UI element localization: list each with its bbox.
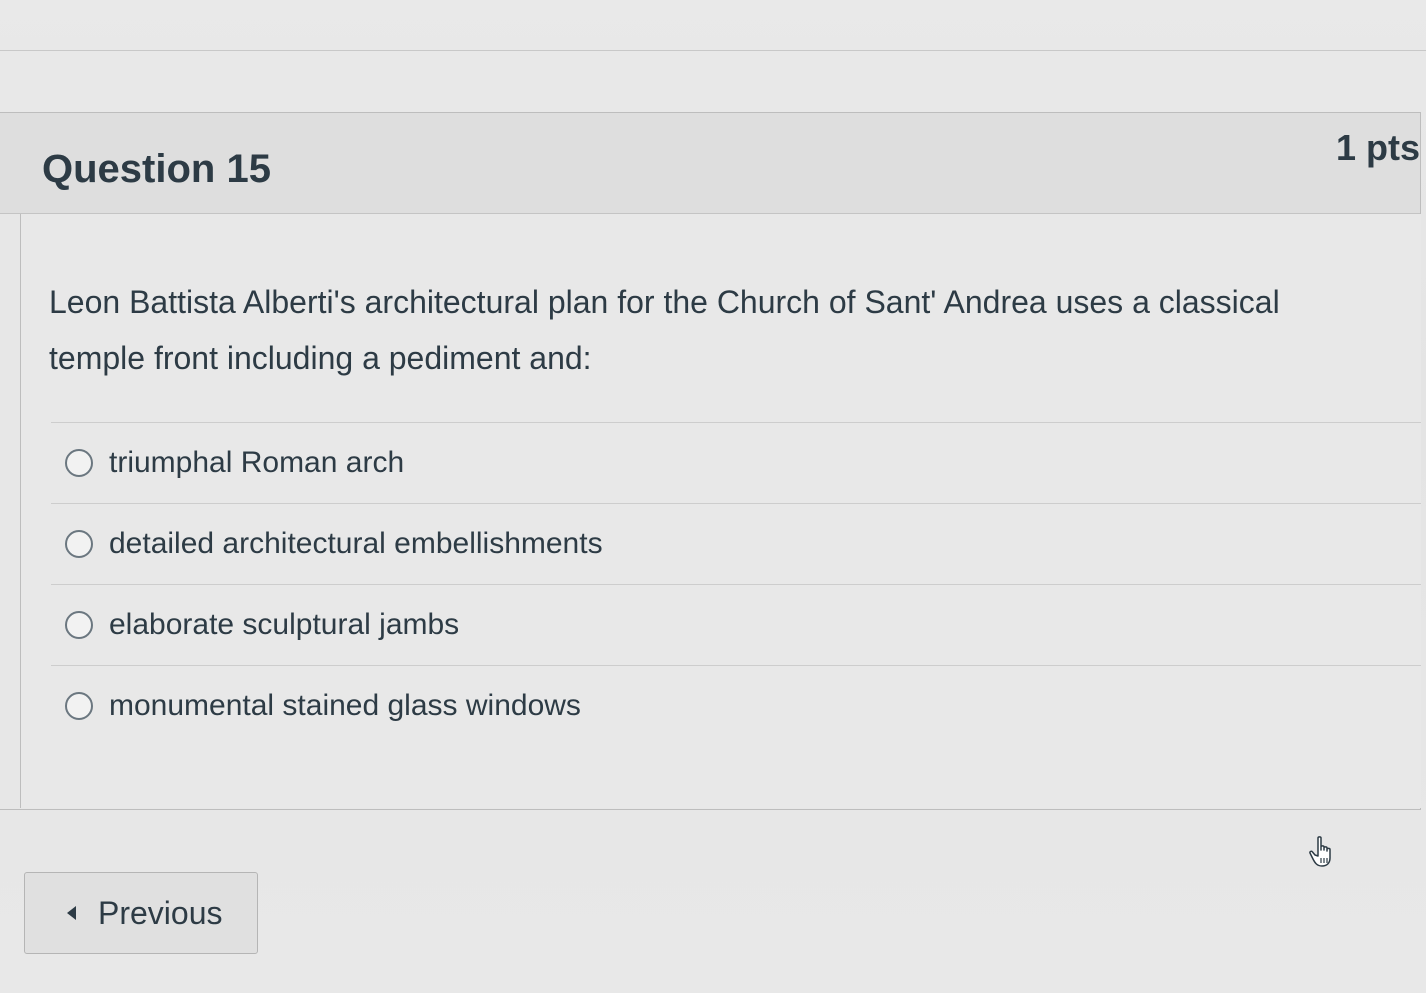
radio-button[interactable] <box>65 692 93 720</box>
answer-label[interactable]: detailed architectural embellishments <box>109 527 603 561</box>
question-points: 1 pts <box>1335 127 1420 168</box>
previous-label: Previous <box>98 894 223 931</box>
hand-pointer-icon <box>1309 836 1331 867</box>
question-card: Question 15 1 pts Leon Battista Alberti'… <box>0 112 1421 810</box>
caret-left-icon <box>67 906 76 920</box>
answer-option[interactable]: elaborate sculptural jambs <box>51 584 1421 665</box>
question-body: Leon Battista Alberti's architectural pl… <box>20 214 1421 808</box>
radio-button[interactable] <box>65 449 93 477</box>
answer-option[interactable]: monumental stained glass windows <box>51 665 1421 746</box>
answer-label[interactable]: triumphal Roman arch <box>109 446 404 480</box>
divider <box>0 50 1426 51</box>
question-header: Question 15 1 pts <box>0 113 1420 214</box>
radio-button[interactable] <box>65 530 93 558</box>
question-text: Leon Battista Alberti's architectural pl… <box>49 284 1280 376</box>
previous-button[interactable]: Previous <box>24 872 258 954</box>
answer-label[interactable]: elaborate sculptural jambs <box>109 608 459 642</box>
answer-label[interactable]: monumental stained glass windows <box>109 689 581 723</box>
answer-list: triumphal Roman arch detailed architectu… <box>51 422 1421 746</box>
quiz-page: Question 15 1 pts Leon Battista Alberti'… <box>0 0 1426 993</box>
radio-button[interactable] <box>65 611 93 639</box>
question-title: Question 15 <box>42 147 271 191</box>
answer-option[interactable]: detailed architectural embellishments <box>51 503 1421 584</box>
answer-option[interactable]: triumphal Roman arch <box>51 422 1421 503</box>
